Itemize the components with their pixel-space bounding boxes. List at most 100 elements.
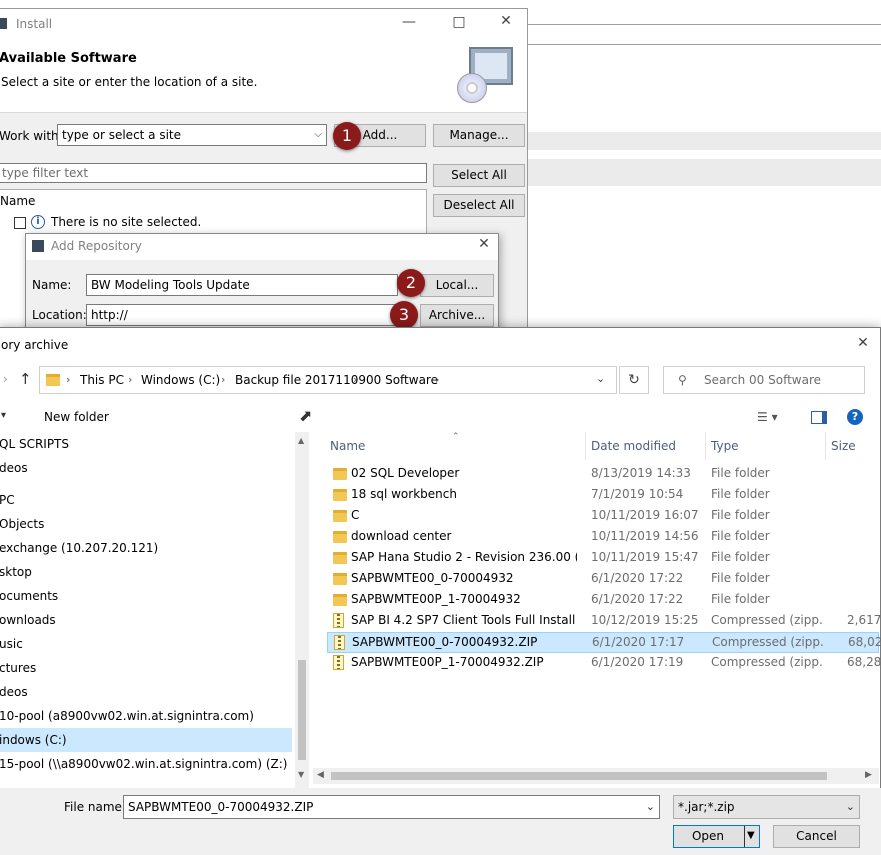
forward-arrow-icon[interactable]: › [3,372,8,386]
file-row[interactable]: SAP BI 4.2 SP7 Client Tools Full Install… [327,611,881,632]
file-size: 68,021 [848,635,881,649]
work-with-combo[interactable]: type or select a site ⌵ [57,124,327,146]
nav-item[interactable]: sktop [0,560,292,584]
close-icon[interactable]: ✕ [474,236,494,252]
open-dropdown-icon[interactable]: ▼ [747,826,755,846]
breadcrumb-windows-c[interactable]: Windows (C:) [141,373,220,387]
location-input[interactable]: http:// [86,304,398,326]
new-folder-button[interactable]: New folder [44,410,109,424]
breadcrumb-backup-file[interactable]: Backup file 20171109 [235,373,366,387]
nav-item[interactable]: exchange (10.207.20.121) [0,536,292,560]
name-input[interactable]: BW Modeling Tools Update [86,274,398,296]
file-type: Compressed (zipp... [711,655,823,669]
address-bar[interactable]: › This PC › Windows (C:) › Backup file 2… [39,366,617,394]
file-row[interactable]: SAPBWMTE00_0-70004932.ZIP 6/1/2020 17:17 C… [327,632,881,653]
breadcrumb-00-software[interactable]: 00 Software [366,373,438,387]
column-header-name[interactable]: Name [330,432,365,460]
folder-icon [46,374,60,386]
nav-item[interactable]: deos [0,456,292,480]
file-type-select[interactable]: *.jar;*.zip ⌄ [673,795,860,819]
file-type: File folder [711,508,770,522]
minimize-icon[interactable]: — [399,14,419,30]
file-name: SAPBWMTE00_0-70004932 [351,571,514,585]
cancel-button[interactable]: Cancel [773,825,860,848]
open-button[interactable]: Open ▼ [673,825,760,848]
step-badge-3: 3 [390,301,418,329]
install-title: Install [16,17,53,31]
file-row[interactable]: 18 sql workbench 7/1/2019 10:54 File folde… [327,485,879,506]
file-dialog-title: ory archive [1,338,69,352]
file-row[interactable]: C 10/11/2019 16:07 File folder [327,506,879,527]
file-row[interactable]: 02 SQL Developer 8/13/2019 14:33 File fold… [327,464,879,485]
file-name-input[interactable]: SAPBWMTE00_0-70004932.ZIP ⌄ [123,795,660,819]
chevron-right-icon: › [66,373,71,386]
deselect-all-button[interactable]: Deselect All [433,194,525,217]
nav-scrollbar[interactable]: ▲ ▼ [295,432,309,788]
nav-item[interactable]: ctures [0,656,292,680]
nav-item[interactable]: ocuments [0,584,292,608]
file-date: 10/12/2019 15:25 [591,613,699,627]
organize-dropdown-icon[interactable]: ▾ [1,410,6,421]
refresh-icon[interactable]: ↻ [619,366,649,394]
nav-item[interactable]: indows (C:) [0,728,292,752]
background-line [528,44,881,45]
nav-item[interactable]: Objects [0,512,292,536]
file-hscrollbar-thumb[interactable] [331,772,827,780]
search-input[interactable]: ⚲ Search 00 Software [663,366,865,394]
nav-item[interactable]: PC [0,488,292,512]
chevron-down-icon[interactable]: ⌄ [596,372,605,385]
file-type: File folder [711,466,770,480]
chevron-down-icon[interactable]: ⌵ [314,125,322,145]
file-row[interactable]: download center 10/11/2019 14:56 File fold… [327,527,879,548]
file-name: SAPBWMTE00_0-70004932.ZIP [352,635,538,649]
file-date: 6/1/2020 17:19 [591,655,684,669]
file-row[interactable]: SAPBWMTE00P_1-70004932.ZIP 6/1/2020 17:19… [327,653,881,674]
breadcrumb-this-pc[interactable]: This PC [80,373,124,387]
preview-pane-icon[interactable] [811,411,827,424]
nav-item[interactable]: usic [0,632,292,656]
close-icon[interactable]: ✕ [853,335,873,351]
file-date: 7/1/2019 10:54 [591,487,684,501]
file-open-dialog: ory archive ✕ › ↑ › This PC › Windows (C… [0,327,881,855]
nav-item[interactable]: ownloads [0,608,292,632]
location-label: Location: [32,308,87,322]
tree-checkbox[interactable] [14,217,26,229]
local-button[interactable]: Local... [420,274,494,297]
chevron-down-icon[interactable]: ⌄ [646,796,655,818]
file-type: File folder [711,592,770,606]
nav-item[interactable]: deos [0,680,292,704]
eclipse-icon [0,18,7,29]
file-hscrollbar[interactable]: ◀ ▶ [313,768,879,784]
file-type: File folder [711,550,770,564]
close-icon[interactable]: ✕ [496,13,516,29]
file-name: SAP BI 4.2 SP7 Client Tools Full Install… [351,613,577,627]
step-badge-2: 2 [397,269,425,297]
add-repository-dialog: Add Repository ✕ Name: BW Modeling Tools… [25,233,499,333]
file-row[interactable]: SAP Hana Studio 2 - Revision 236.00 (64 … [327,548,879,569]
nav-item[interactable]: QL SCRIPTS [0,432,292,456]
help-icon[interactable]: ? [847,409,863,425]
filter-input[interactable]: type filter text [0,163,427,183]
nav-item[interactable]: 15-pool (\\a8900vw02.win.at.signintra.co… [0,752,292,776]
up-arrow-icon[interactable]: ↑ [19,370,32,388]
nav-item[interactable]: 10-pool (a8900vw02.win.at.signintra.com) [0,704,292,728]
maximize-icon[interactable]: □ [449,14,469,30]
manage-button[interactable]: Manage... [433,124,525,147]
file-type: File folder [711,529,770,543]
view-options-icon[interactable]: ☰ ▾ [757,410,778,424]
column-header-size[interactable]: Size [831,432,856,460]
file-row[interactable]: SAPBWMTE00_0-70004932 6/1/2020 17:22 File … [327,569,879,590]
chevron-down-icon[interactable]: ⌄ [846,796,855,818]
select-all-button[interactable]: Select All [433,164,525,187]
folder-icon [333,510,347,522]
column-header-date[interactable]: Date modified [591,432,676,460]
nav-scrollbar-thumb[interactable] [298,660,306,760]
file-row[interactable]: SAPBWMTE00P_1-70004932 6/1/2020 17:22 File… [327,590,879,611]
folder-icon [333,468,347,480]
file-name: C [351,508,360,522]
add-repository-title: Add Repository [51,239,142,253]
archive-button[interactable]: Archive... [420,304,494,327]
file-toolbar: ▾ New folder ☰ ▾ ? [0,406,881,430]
name-label: Name: [32,278,72,292]
column-header-type[interactable]: Type [711,432,739,460]
